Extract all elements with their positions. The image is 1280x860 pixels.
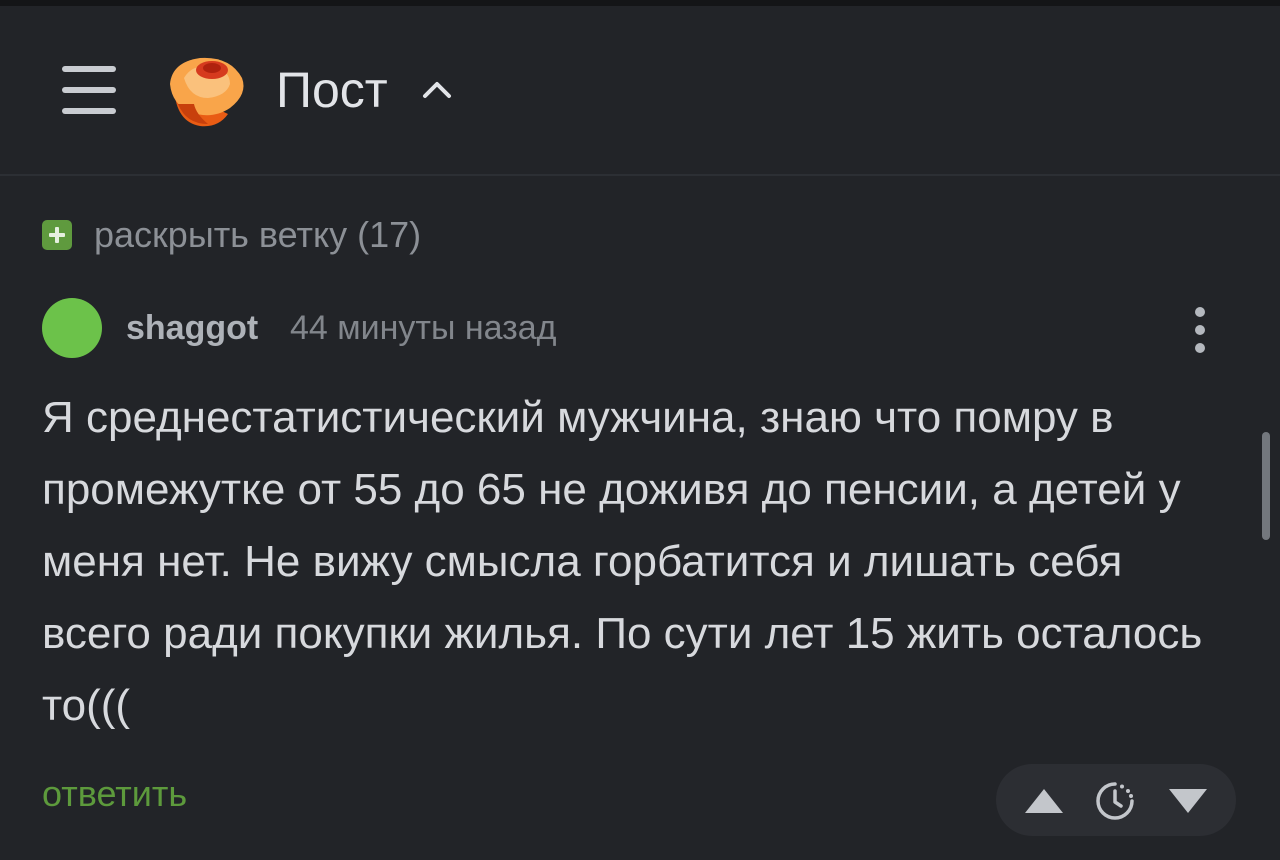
expand-thread-button[interactable]: раскрыть ветку (17) (42, 210, 421, 260)
vertical-dots-icon[interactable] (1184, 304, 1216, 356)
avatar[interactable] (42, 298, 102, 358)
comment-text: Я среднестатистический мужчина, знаю что… (42, 393, 1203, 730)
dot-middle (1195, 325, 1205, 335)
menu-bar-bottom (62, 108, 116, 114)
dot-bottom (1195, 343, 1205, 353)
triangle-down-icon[interactable] (1166, 786, 1210, 816)
vote-panel (996, 764, 1236, 836)
pikabu-post-page: Пост раскрыть ветку (17) shaggot 44 мину… (0, 0, 1280, 860)
chevron-up-icon[interactable] (420, 78, 454, 100)
expand-thread-label: раскрыть ветку (17) (94, 214, 422, 255)
clock-icon[interactable] (1094, 780, 1136, 822)
plus-icon (42, 220, 72, 250)
dot-top (1195, 307, 1205, 317)
menu-bar-top (62, 66, 116, 72)
scrollbar[interactable] (1262, 432, 1270, 540)
reply-button[interactable]: ответить (42, 770, 187, 818)
comment-timestamp: 44 минуты назад (290, 309, 557, 347)
comment-author[interactable]: shaggot (126, 306, 258, 350)
header-divider (0, 174, 1280, 176)
triangle-up-icon[interactable] (1022, 786, 1066, 816)
pikabu-logo-icon[interactable] (160, 48, 248, 132)
hamburger-menu-icon[interactable] (58, 62, 120, 118)
page-title[interactable]: Пост (276, 60, 388, 120)
menu-bar-middle (62, 87, 116, 93)
